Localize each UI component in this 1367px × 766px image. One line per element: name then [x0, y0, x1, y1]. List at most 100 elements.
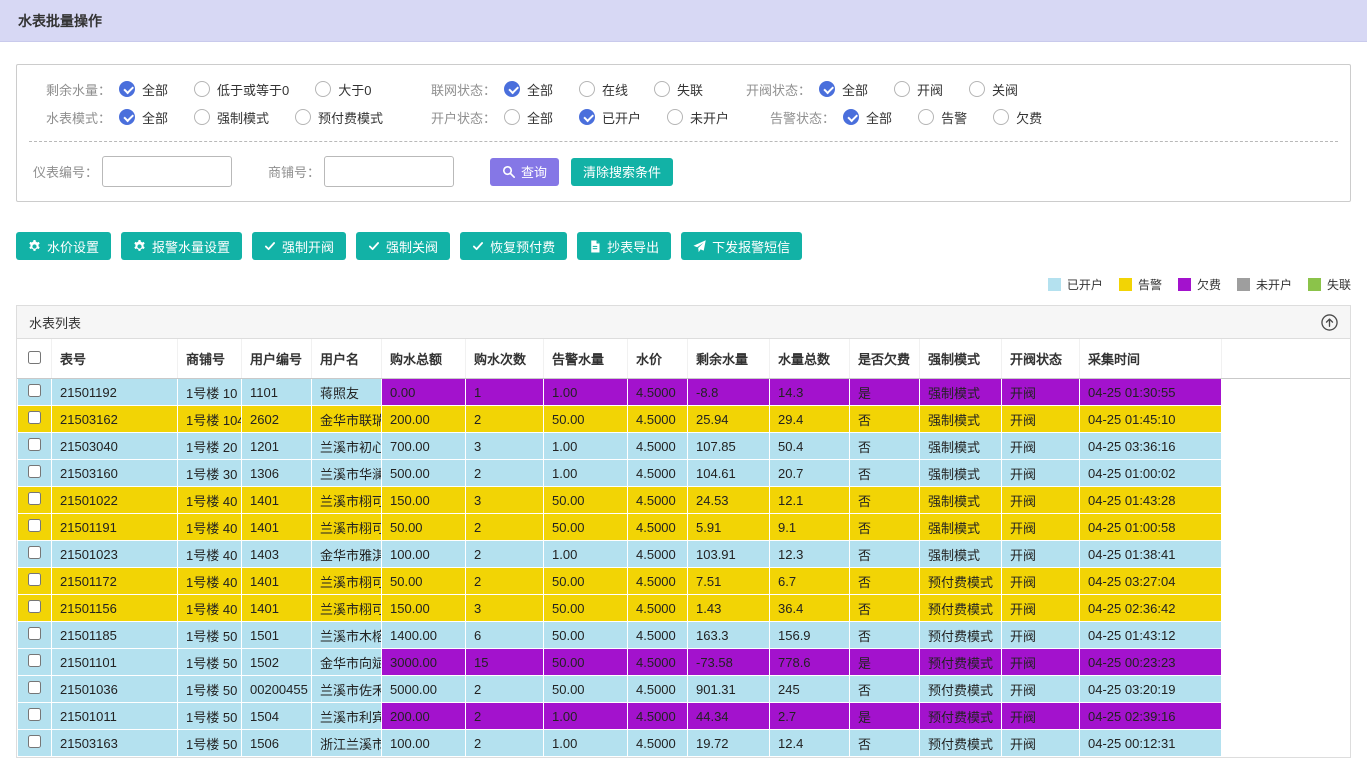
- restore-prepaid-button[interactable]: 恢复预付费: [460, 232, 567, 260]
- radio-option[interactable]: 全部: [504, 108, 553, 127]
- clear-search-button[interactable]: 清除搜索条件: [571, 158, 673, 186]
- radio-option[interactable]: 强制模式: [194, 108, 269, 127]
- row-checkbox[interactable]: [28, 654, 41, 667]
- cell-alarm-volume: 1.00: [544, 541, 628, 568]
- cell-water-price: 4.5000: [628, 379, 688, 406]
- radio-option[interactable]: 全部: [119, 108, 168, 127]
- cell-water-price: 4.5000: [628, 433, 688, 460]
- row-checkbox[interactable]: [28, 573, 41, 586]
- column-header: 是否欠费: [850, 339, 920, 379]
- row-checkbox[interactable]: [28, 681, 41, 694]
- cell-purchase-count: 2: [466, 730, 544, 757]
- radio-option[interactable]: 预付费模式: [295, 108, 383, 127]
- cell-user-no: 1506: [242, 730, 312, 757]
- cell-user-name: 蒋照友: [312, 379, 382, 406]
- select-all-checkbox[interactable]: [28, 351, 41, 364]
- row-checkbox[interactable]: [28, 438, 41, 451]
- cell-purchase-total: 100.00: [382, 541, 466, 568]
- shop-no-input[interactable]: [324, 156, 454, 187]
- cell-remaining-volume: 104.61: [688, 460, 770, 487]
- cell-user-name: 兰溪市华澜: [312, 460, 382, 487]
- cell-meter-no: 21503160: [52, 460, 178, 487]
- row-checkbox[interactable]: [28, 627, 41, 640]
- legend-swatch: [1048, 278, 1061, 291]
- cell-shop-no: 1号楼 40: [178, 568, 242, 595]
- row-checkbox[interactable]: [28, 600, 41, 613]
- filter-group: 开户状态：全部已开户未开户: [416, 108, 755, 127]
- cell-user-no: 1401: [242, 595, 312, 622]
- radio-option[interactable]: 告警: [918, 108, 967, 127]
- clear-search-button-label: 清除搜索条件: [583, 162, 661, 181]
- cell-collect-time: 04-25 02:36:42: [1080, 595, 1222, 622]
- collapse-panel-icon[interactable]: [1321, 314, 1338, 331]
- check-icon: [264, 240, 276, 252]
- cell-total-volume: 156.9: [770, 622, 850, 649]
- row-checkbox[interactable]: [28, 411, 41, 424]
- row-checkbox[interactable]: [28, 465, 41, 478]
- cell-purchase-total: 200.00: [382, 406, 466, 433]
- row-checkbox[interactable]: [28, 735, 41, 748]
- radio-option-label: 低于或等于0: [217, 80, 289, 99]
- search-button[interactable]: 查询: [490, 158, 559, 186]
- radio-option[interactable]: 失联: [654, 80, 703, 99]
- table-panel-header: 水表列表: [17, 306, 1350, 339]
- cell-purchase-count: 2: [466, 514, 544, 541]
- column-header: 采集时间: [1080, 339, 1222, 379]
- select-all-header-cell: [18, 339, 52, 379]
- cell-user-no: 1502: [242, 649, 312, 676]
- table-title: 水表列表: [29, 313, 81, 332]
- cell-total-volume: 12.4: [770, 730, 850, 757]
- row-filler: [1222, 541, 1350, 568]
- cell-meter-no: 21501011: [52, 703, 178, 730]
- row-checkbox[interactable]: [28, 492, 41, 505]
- cell-collect-time: 04-25 02:39:16: [1080, 703, 1222, 730]
- row-filler: [1222, 568, 1350, 595]
- row-filler: [1222, 595, 1350, 622]
- cell-purchase-total: 150.00: [382, 487, 466, 514]
- radio-option[interactable]: 全部: [119, 80, 168, 99]
- search-button-label: 查询: [521, 162, 547, 181]
- radio-unchecked-icon: [969, 81, 985, 97]
- table-row: 215010361号楼 5000200455兰溪市佐禾5000.00250.00…: [18, 676, 1350, 703]
- cell-valve-status: 开阀: [1002, 622, 1080, 649]
- radio-option[interactable]: 欠费: [993, 108, 1042, 127]
- alarm-volume-setting-button[interactable]: 报警水量设置: [121, 232, 242, 260]
- row-checkbox[interactable]: [28, 519, 41, 532]
- cell-is-arrears: 否: [850, 460, 920, 487]
- cell-shop-no: 1号楼 50: [178, 649, 242, 676]
- radio-option[interactable]: 已开户: [579, 108, 641, 127]
- water-price-setting-button[interactable]: 水价设置: [16, 232, 111, 260]
- radio-option[interactable]: 全部: [819, 80, 868, 99]
- radio-option[interactable]: 低于或等于0: [194, 80, 289, 99]
- radio-option-label: 全部: [142, 80, 168, 99]
- radio-option[interactable]: 未开户: [667, 108, 729, 127]
- action-button-label: 下发报警短信: [712, 237, 790, 256]
- radio-option[interactable]: 全部: [504, 80, 553, 99]
- send-alarm-sms-button[interactable]: 下发报警短信: [681, 232, 802, 260]
- cell-total-volume: 245: [770, 676, 850, 703]
- radio-option[interactable]: 全部: [843, 108, 892, 127]
- cell-is-arrears: 否: [850, 541, 920, 568]
- radio-option[interactable]: 在线: [579, 80, 628, 99]
- radio-option[interactable]: 开阀: [894, 80, 943, 99]
- cell-is-arrears: 否: [850, 568, 920, 595]
- cell-remaining-volume: 103.91: [688, 541, 770, 568]
- cell-purchase-count: 6: [466, 622, 544, 649]
- filter-group: 开阀状态：全部开阀关阀: [731, 80, 1044, 99]
- force-open-valve-button[interactable]: 强制开阀: [252, 232, 346, 260]
- row-checkbox[interactable]: [28, 546, 41, 559]
- row-checkbox[interactable]: [28, 708, 41, 721]
- row-checkbox-cell: [18, 514, 52, 541]
- meter-reading-export-button[interactable]: 抄表导出: [577, 232, 671, 260]
- legend-label: 已开户: [1067, 276, 1103, 293]
- cell-collect-time: 04-25 01:30:55: [1080, 379, 1222, 406]
- radio-option[interactable]: 关阀: [969, 80, 1018, 99]
- cell-user-name: 金华市向斌: [312, 649, 382, 676]
- cell-alarm-volume: 1.00: [544, 703, 628, 730]
- row-checkbox[interactable]: [28, 384, 41, 397]
- force-close-valve-button[interactable]: 强制关阀: [356, 232, 450, 260]
- radio-option[interactable]: 大于0: [315, 80, 371, 99]
- cell-valve-status: 开阀: [1002, 541, 1080, 568]
- cell-purchase-count: 3: [466, 433, 544, 460]
- meter-no-input[interactable]: [102, 156, 232, 187]
